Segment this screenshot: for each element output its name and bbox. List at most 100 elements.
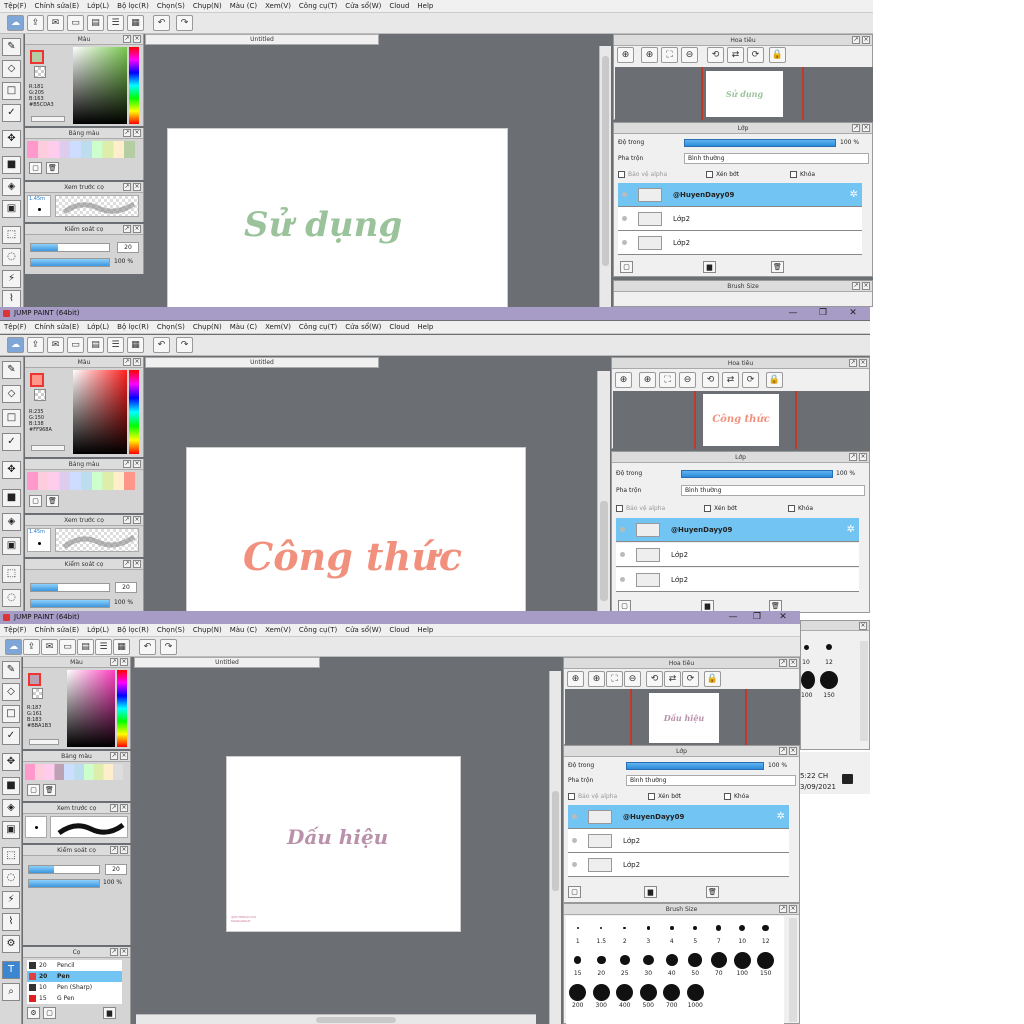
canvas-vscrollbar[interactable] [599,46,611,307]
close-icon[interactable]: × [133,358,141,366]
monitor-icon[interactable]: ▭ [67,15,84,31]
canvas-vscrollbar[interactable] [597,371,610,613]
close-icon[interactable]: × [133,35,141,43]
zoom-in-icon[interactable]: ⊕ [639,372,656,388]
background-color[interactable] [32,688,43,699]
menu-tools[interactable]: Công cụ(T) [295,624,341,636]
menu-help[interactable]: Help [413,321,437,333]
bucket-tool-icon[interactable]: ◈ [2,799,20,817]
close-icon[interactable]: × [133,225,141,233]
comment-icon[interactable]: ✉ [47,337,64,353]
popout-icon[interactable]: ↗ [779,747,787,755]
brush-size-dot[interactable] [596,955,606,965]
popout-icon[interactable]: ↗ [123,35,131,43]
close-window-button[interactable]: ✕ [842,307,864,320]
menu-file[interactable]: Tệp(F) [0,624,31,636]
close-icon[interactable]: × [120,948,128,956]
new-palette-icon[interactable]: ▢ [29,495,42,507]
menu-cloud[interactable]: Cloud [385,0,413,12]
popout-icon[interactable]: ↗ [779,905,787,913]
layer-opacity-bar[interactable] [684,139,836,147]
eraser-tool-icon[interactable]: ◇ [2,385,21,403]
brush-list-item[interactable]: 15 G Pen [27,993,122,1004]
navigator-preview[interactable]: Dấu hiệu [565,689,800,745]
rotate-left-icon[interactable]: ⟲ [702,372,719,388]
layer-row[interactable]: @HuyenDayy09 ✲ [616,518,859,542]
popout-icon[interactable]: ↗ [123,358,131,366]
monitor-icon[interactable]: ▭ [67,337,84,353]
rotate-left-icon[interactable]: ⟲ [707,47,724,63]
lock-nav-icon[interactable]: 🔒 [769,47,786,63]
navigator-preview[interactable]: Sử dụng [615,67,873,120]
zoom-out-icon[interactable]: ⊖ [679,372,696,388]
settings-gear-icon[interactable]: ✲ [847,518,855,542]
menu-filter[interactable]: Bộ lọc(R) [113,0,153,12]
close-icon[interactable]: × [120,658,128,666]
eraser-tool-icon[interactable]: ◇ [2,60,21,78]
rotate-right-icon[interactable]: ⟳ [742,372,759,388]
brush-list-item[interactable]: 10 Pen (Sharp) [27,982,122,993]
canvas-paper[interactable]: Sử dụng [167,128,508,307]
new-folder-icon[interactable]: ▆ [644,886,657,898]
rect-tool-icon[interactable]: □ [2,82,21,100]
brush-list-item[interactable]: 20 Pen [27,971,122,982]
settings-gear-icon[interactable]: ✲ [850,183,858,207]
menu-edit[interactable]: Chỉnh sửa(E) [31,321,84,333]
brush-size-slider[interactable] [28,865,100,874]
document-icon[interactable]: ▤ [77,639,94,655]
color-picker-square[interactable] [67,670,115,747]
grid-icon[interactable]: ▦ [127,15,144,31]
minimize-button[interactable]: — [782,307,804,320]
menu-cloud[interactable]: Cloud [385,624,413,636]
palette-swatches[interactable] [25,764,123,780]
brush-size-dot[interactable] [639,983,657,1001]
canvas-vscrollbar[interactable] [549,671,561,1024]
new-palette-icon[interactable]: ▢ [29,162,42,174]
close-icon[interactable]: × [859,453,867,461]
color-picker-square[interactable] [73,370,127,454]
menu-view[interactable]: Xem(V) [261,624,295,636]
fit-screen-icon[interactable]: ⛶ [659,372,676,388]
brush-size-dot[interactable] [669,926,674,930]
list-icon[interactable]: ☰ [95,639,112,655]
new-palette-icon[interactable]: ▢ [27,784,40,796]
menu-layer[interactable]: Lớp(L) [83,0,113,12]
eyedropper-tool-icon[interactable]: ⌇ [2,913,20,931]
popout-icon[interactable]: ↗ [852,124,860,132]
color-mode-buttons[interactable] [29,739,59,745]
close-icon[interactable]: × [789,905,797,913]
brush-size-dot[interactable] [739,924,746,932]
menu-color[interactable]: Màu (C) [226,0,261,12]
flip-icon[interactable]: ⇄ [664,671,681,687]
brush-folder-icon[interactable]: ▆ [103,1007,116,1019]
wand-tool-icon[interactable]: ⚡ [2,270,21,288]
layer-opacity-bar[interactable] [681,470,833,478]
popout-icon[interactable]: ↗ [110,752,118,760]
canvas-area[interactable]: Untitled Dấu hiệu @HUYENDAYY09 MASKGROUP [132,657,550,1024]
gradient-tool-icon[interactable]: ▣ [2,537,21,555]
menu-color[interactable]: Màu (C) [226,321,261,333]
list-icon[interactable]: ☰ [107,337,124,353]
brush-tool-icon[interactable]: ✎ [2,38,21,56]
select-tool-icon[interactable]: ⬚ [2,565,21,583]
rect-tool-icon[interactable]: □ [2,705,20,723]
color-mode-buttons[interactable] [31,445,65,451]
menu-edit[interactable]: Chỉnh sửa(E) [31,624,84,636]
move-tool-icon[interactable]: ✥ [2,130,21,148]
brush-size-dot[interactable] [569,983,587,1001]
flip-icon[interactable]: ⇄ [727,47,744,63]
close-icon[interactable]: × [120,846,128,854]
layer-row[interactable]: Lớp2 [568,829,789,853]
brush-size-dot[interactable] [646,926,650,930]
layer-row[interactable]: Lớp2 [616,568,859,592]
list-icon[interactable]: ☰ [107,15,124,31]
text-tool-icon[interactable]: T [2,961,20,979]
layer-row[interactable]: @HuyenDayy09 ✲ [618,183,862,207]
close-window-button[interactable]: ✕ [772,611,794,624]
cloud-icon[interactable]: ☁ [5,639,22,655]
menu-layer[interactable]: Lớp(L) [83,624,113,636]
menu-window[interactable]: Cửa sổ(W) [341,0,385,12]
move-tool-icon[interactable]: ✥ [2,461,21,479]
brush-size-dot[interactable] [663,983,681,1001]
navigator-preview[interactable]: Công thức [613,391,870,449]
